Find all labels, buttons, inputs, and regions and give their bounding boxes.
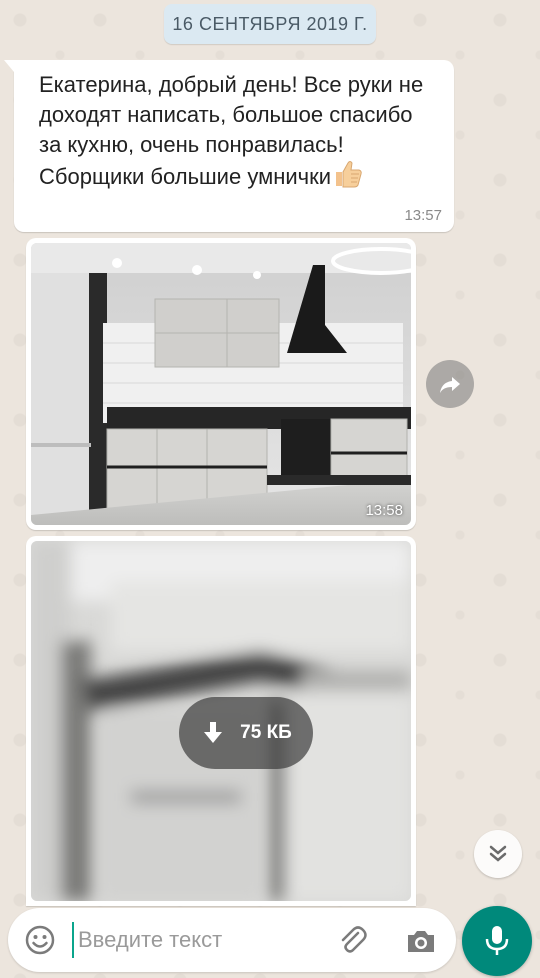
incoming-image-message[interactable]: 13:58	[26, 238, 416, 530]
paperclip-icon	[341, 926, 367, 953]
message-text-container: Екатерина, добрый день! Все руки не дохо…	[39, 70, 439, 196]
kitchen-photo[interactable]: 13:58	[31, 243, 411, 525]
emoji-button[interactable]	[24, 924, 56, 956]
incoming-text-message[interactable]: Екатерина, добрый день! Все руки не дохо…	[4, 60, 454, 232]
camera-button[interactable]	[404, 924, 438, 958]
chevron-double-down-icon	[489, 845, 507, 862]
scroll-to-bottom-button[interactable]	[474, 830, 522, 878]
message-timestamp: 13:57	[404, 207, 442, 224]
attach-button[interactable]	[336, 924, 370, 958]
microphone-icon	[485, 926, 509, 955]
download-icon	[204, 722, 223, 743]
date-chip: 16 СЕНТЯБРЯ 2019 Г.	[164, 4, 376, 44]
emoji-icon	[25, 925, 55, 955]
message-input-bar	[8, 908, 456, 972]
thumbs-up-icon	[333, 160, 363, 196]
image-timestamp: 13:58	[365, 502, 403, 519]
message-text: Екатерина, добрый день! Все руки не дохо…	[39, 72, 424, 189]
camera-icon	[408, 931, 434, 952]
blurred-image-preview[interactable]: 75 КБ	[31, 541, 411, 901]
forward-button[interactable]	[426, 360, 474, 408]
forward-icon	[440, 377, 460, 393]
incoming-image-message-pending[interactable]: 75 КБ	[26, 536, 416, 906]
microphone-button[interactable]	[462, 906, 532, 976]
message-text-input[interactable]	[72, 922, 322, 958]
download-button[interactable]: 75 КБ	[179, 697, 313, 769]
download-size: 75 КБ	[240, 722, 292, 743]
